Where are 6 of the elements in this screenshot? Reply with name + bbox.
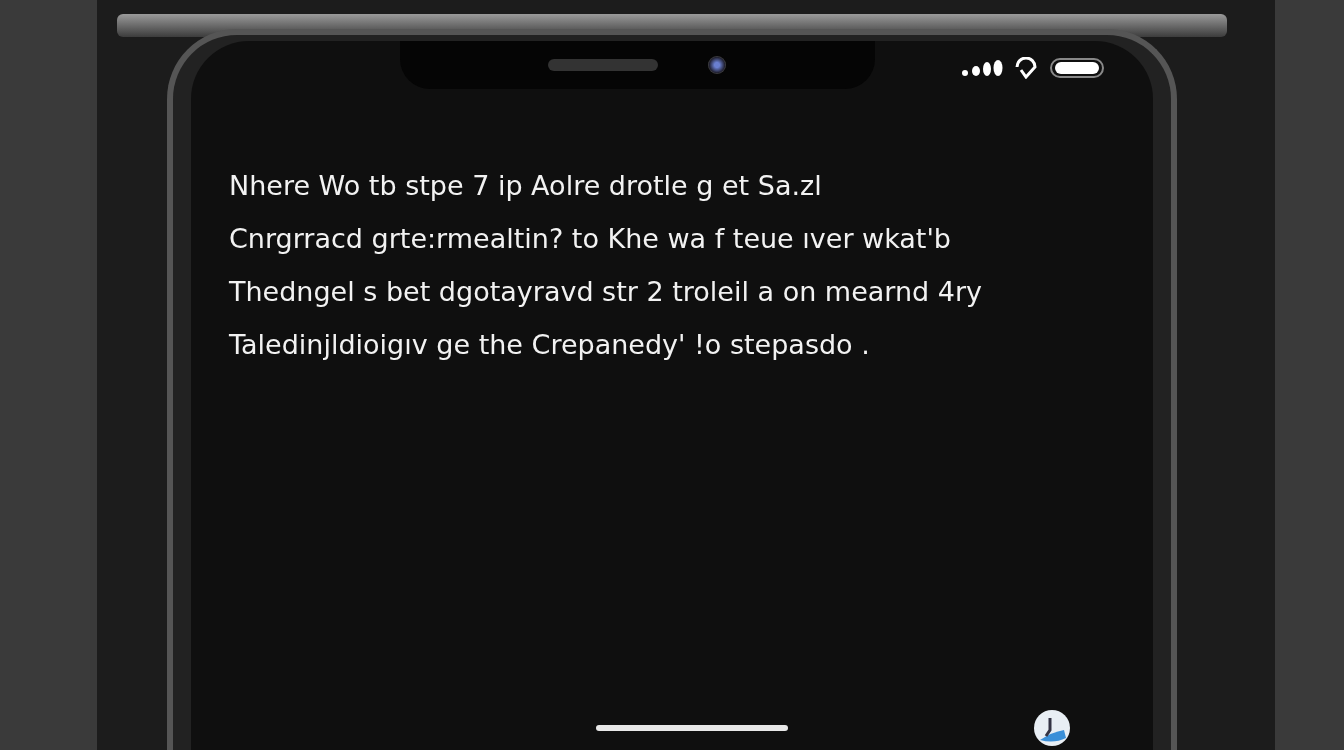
- battery-icon: [1049, 57, 1105, 80]
- wifi-icon: [1013, 57, 1039, 80]
- message-text: Nhere Wo tb stpe 7 ip Aolre drotle g et Sa.zl Cnrgrracd grte:rmealtin? to Khe wa f teue ıver wkat'b Thedngel s bet dgotayravd str 2 troleil a on mearnd 4ry Taledinjldioigıv ge the Crepanedy' !o stepasdo .: [229, 169, 984, 363]
- signal-icon: [961, 59, 1003, 78]
- app-badge-icon[interactable]: [1034, 710, 1070, 746]
- camera-icon: [708, 56, 726, 75]
